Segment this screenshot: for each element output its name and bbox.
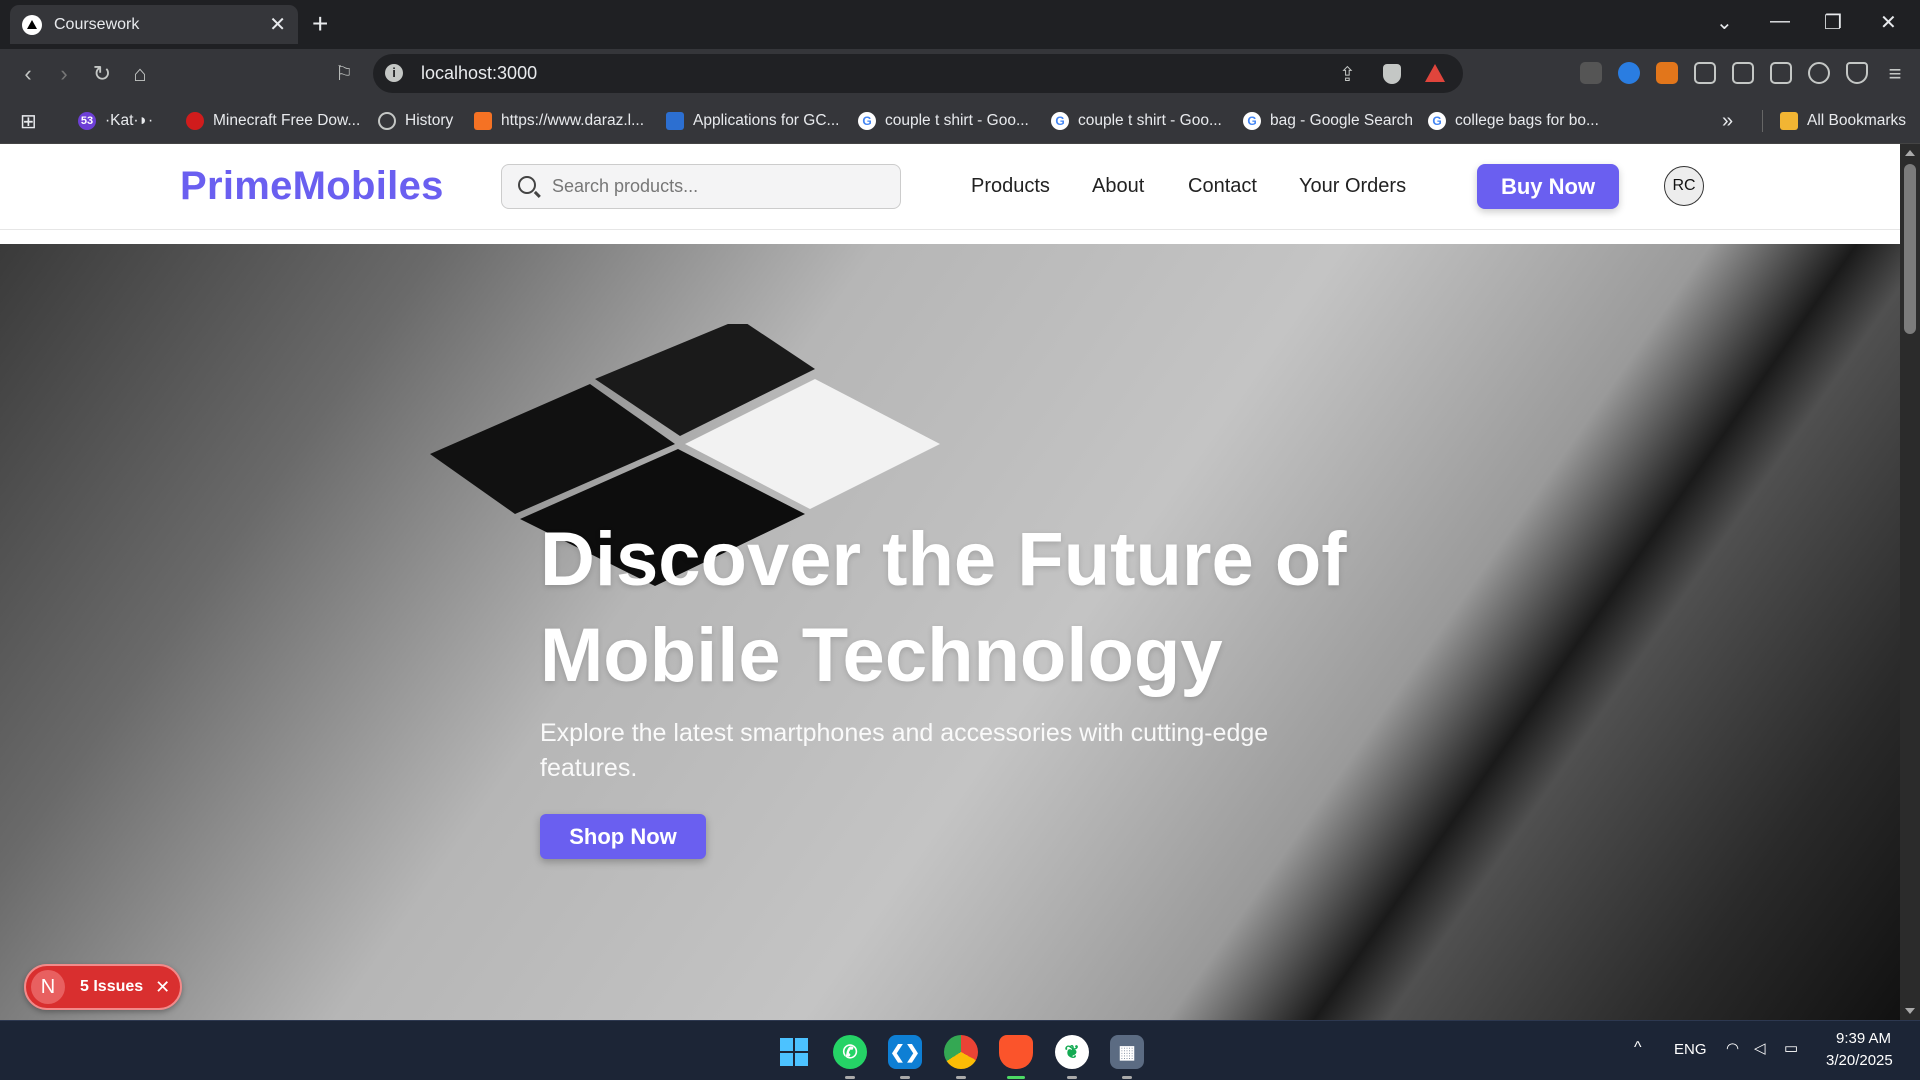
new-tab-button[interactable]: +	[312, 8, 328, 40]
sidebar-icon[interactable]	[1732, 62, 1754, 84]
restore-button[interactable]: ❐	[1824, 10, 1842, 35]
bookmark-item[interactable]: G college bags for bo...	[1428, 110, 1599, 132]
nav-link-your-orders[interactable]: Your Orders	[1299, 175, 1406, 198]
bookmark-page-icon[interactable]: ⚐	[328, 49, 360, 98]
bookmark-item[interactable]: 53 ·Kat·◗·	[78, 110, 153, 132]
dev-issues-badge[interactable]: N 5 Issues ✕	[24, 964, 182, 1010]
vscode-icon[interactable]: ❮❯	[888, 1035, 922, 1079]
scroll-down-icon[interactable]	[1905, 1008, 1915, 1014]
language-indicator[interactable]: ENG	[1674, 1041, 1707, 1058]
browser-tab[interactable]: Coursework ✕	[10, 5, 298, 44]
calculator-icon[interactable]: ▦	[1110, 1035, 1144, 1079]
nav-link-products[interactable]: Products	[971, 175, 1050, 198]
google-icon: G	[858, 112, 876, 130]
buy-now-button[interactable]: Buy Now	[1477, 164, 1619, 209]
brave-browser-icon[interactable]	[999, 1035, 1033, 1079]
nextjs-icon: N	[31, 970, 65, 1004]
bookmark-item[interactable]: Minecraft Free Dow...	[186, 110, 360, 132]
mongodb-compass-icon[interactable]: ❦	[1055, 1035, 1089, 1079]
back-button[interactable]: ‹	[12, 49, 44, 98]
bookmark-favicon-icon: 53	[78, 112, 96, 130]
shazam-extension-icon[interactable]	[1618, 62, 1640, 84]
google-icon: G	[1051, 112, 1069, 130]
tab-title: Coursework	[54, 15, 140, 33]
issues-count: 5 Issues	[80, 978, 144, 995]
address-url[interactable]: localhost:3000	[421, 63, 537, 84]
browser-toolbar: ‹ › ↻ ⌂ ⚐ i localhost:3000 ⇪ ≡	[0, 49, 1920, 98]
vpn-shield-icon[interactable]	[1846, 62, 1868, 84]
avatar[interactable]: RC	[1664, 166, 1704, 206]
bookmark-favicon-icon	[186, 112, 204, 130]
google-icon: G	[1428, 112, 1446, 130]
search-box[interactable]	[501, 164, 901, 209]
scroll-up-icon[interactable]	[1905, 150, 1915, 156]
hero-subtitle: Explore the latest smartphones and acces…	[540, 719, 1269, 782]
bookmark-favicon-icon	[474, 112, 492, 130]
battery-icon[interactable]: ▭	[1784, 1039, 1798, 1057]
bookmark-item[interactable]: History	[378, 110, 453, 132]
site-logo[interactable]: PrimeMobiles	[180, 164, 444, 209]
bookmarks-divider	[1762, 110, 1763, 132]
share-icon[interactable]: ⇪	[1339, 62, 1356, 87]
history-icon	[378, 112, 396, 130]
home-button[interactable]: ⌂	[124, 49, 156, 98]
folder-icon	[1780, 112, 1798, 130]
nav-link-contact[interactable]: Contact	[1188, 175, 1257, 198]
search-input[interactable]	[552, 165, 882, 208]
clock-time[interactable]: 9:39 AM	[1836, 1030, 1891, 1047]
bookmark-item[interactable]: https://www.daraz.l...	[474, 110, 644, 132]
brave-rewards-icon[interactable]	[1425, 64, 1445, 82]
start-windows-icon[interactable]	[777, 1035, 811, 1069]
bookmark-item[interactable]: Applications for GC...	[666, 110, 839, 132]
search-icon	[518, 176, 536, 194]
wallet-icon[interactable]	[1770, 62, 1792, 84]
more-bookmarks-icon[interactable]: »	[1722, 110, 1733, 132]
tab-strip: Coursework ✕ + ⌄ — ❐ ✕	[0, 0, 1920, 49]
volume-icon[interactable]: ◁	[1754, 1039, 1766, 1057]
hero-section: Discover the Future of Mobile Technology…	[0, 244, 1900, 1020]
eyedropper-extension-icon[interactable]	[1580, 62, 1602, 84]
windows-taskbar: ✆ ❮❯ ❦ ▦ ^ ENG ◠ ◁ ▭ 9:39 AM 3/20/2025	[0, 1020, 1920, 1080]
leo-ai-icon[interactable]	[1808, 62, 1830, 84]
bookmark-item[interactable]: G couple t shirt - Goo...	[858, 110, 1029, 132]
bookmark-item[interactable]: G bag - Google Search	[1243, 110, 1413, 132]
chrome-icon[interactable]	[944, 1035, 978, 1079]
brave-shields-icon[interactable]	[1383, 64, 1401, 84]
close-tab-icon[interactable]: ✕	[269, 12, 286, 37]
menu-icon[interactable]: ≡	[1880, 49, 1910, 98]
close-icon[interactable]: ✕	[155, 977, 170, 998]
wifi-icon[interactable]: ◠	[1726, 1039, 1739, 1057]
shop-now-button[interactable]: Shop Now	[540, 814, 706, 859]
tab-search-chevron-icon[interactable]: ⌄	[1716, 10, 1733, 35]
tab-favicon-icon	[22, 14, 42, 35]
address-bar[interactable]: i localhost:3000 ⇪	[373, 54, 1463, 93]
tray-chevron-icon[interactable]: ^	[1634, 1039, 1642, 1057]
minimize-button[interactable]: —	[1770, 10, 1790, 33]
page-viewport: PrimeMobiles Products About Contact Your…	[0, 144, 1900, 1020]
bookmarks-bar: ⊞ 53 ·Kat·◗· Minecraft Free Dow... Histo…	[0, 98, 1920, 144]
hero-title: Discover the Future of Mobile Technology	[540, 517, 1347, 698]
metamask-extension-icon[interactable]	[1656, 62, 1678, 84]
extensions-puzzle-icon[interactable]	[1694, 62, 1716, 84]
page-scrollbar[interactable]	[1900, 144, 1920, 1020]
bookmark-item[interactable]: G couple t shirt - Goo...	[1051, 110, 1222, 132]
site-navbar: PrimeMobiles Products About Contact Your…	[0, 144, 1900, 230]
reload-button[interactable]: ↻	[86, 49, 118, 98]
site-info-icon[interactable]: i	[385, 64, 403, 82]
whatsapp-icon[interactable]: ✆	[833, 1035, 867, 1079]
clock-date[interactable]: 3/20/2025	[1826, 1052, 1893, 1069]
nav-link-about[interactable]: About	[1092, 175, 1144, 198]
all-bookmarks-folder[interactable]: All Bookmarks	[1780, 110, 1906, 132]
bookmark-favicon-icon	[666, 112, 684, 130]
forward-button[interactable]: ›	[48, 49, 80, 98]
google-icon: G	[1243, 112, 1261, 130]
apps-grid-icon[interactable]: ⊞	[20, 110, 37, 133]
close-window-button[interactable]: ✕	[1880, 10, 1897, 35]
scrollbar-thumb[interactable]	[1904, 164, 1916, 334]
